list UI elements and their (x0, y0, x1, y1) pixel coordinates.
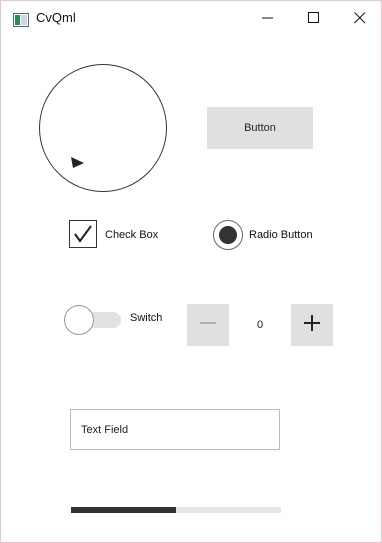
radio-button-label[interactable]: Radio Button (249, 229, 313, 241)
maximize-button[interactable] (291, 1, 337, 39)
minimize-button[interactable] (245, 1, 291, 39)
checkmark-icon (70, 225, 96, 251)
minimize-icon (262, 11, 274, 29)
progress-bar (71, 507, 281, 513)
push-button[interactable]: Button (207, 107, 313, 149)
checkbox-label[interactable]: Check Box (105, 229, 158, 241)
dial[interactable] (39, 64, 167, 192)
spin-value[interactable]: 0 (229, 304, 291, 346)
switch-label[interactable]: Switch (130, 312, 162, 324)
app-window: CvQml Button Check Box Radio Button Swit… (0, 0, 382, 543)
window-app-icon (13, 13, 29, 27)
spin-decrement-button[interactable] (187, 304, 229, 346)
spin-box: 0 (187, 304, 333, 346)
progress-bar-fill (71, 507, 176, 513)
maximize-icon (308, 11, 320, 29)
checkbox[interactable] (69, 220, 97, 248)
radio-indicator (219, 226, 237, 244)
close-button[interactable] (337, 1, 382, 39)
title-bar[interactable]: CvQml (1, 1, 381, 39)
close-icon (354, 11, 366, 29)
radio-button[interactable] (213, 220, 243, 250)
text-field[interactable] (70, 409, 280, 450)
plus-icon (303, 312, 321, 338)
window-title: CvQml (36, 10, 76, 25)
switch-knob[interactable] (64, 305, 94, 335)
spin-increment-button[interactable] (291, 304, 333, 346)
dial-handle-icon[interactable] (71, 156, 85, 174)
minus-icon (199, 312, 217, 338)
